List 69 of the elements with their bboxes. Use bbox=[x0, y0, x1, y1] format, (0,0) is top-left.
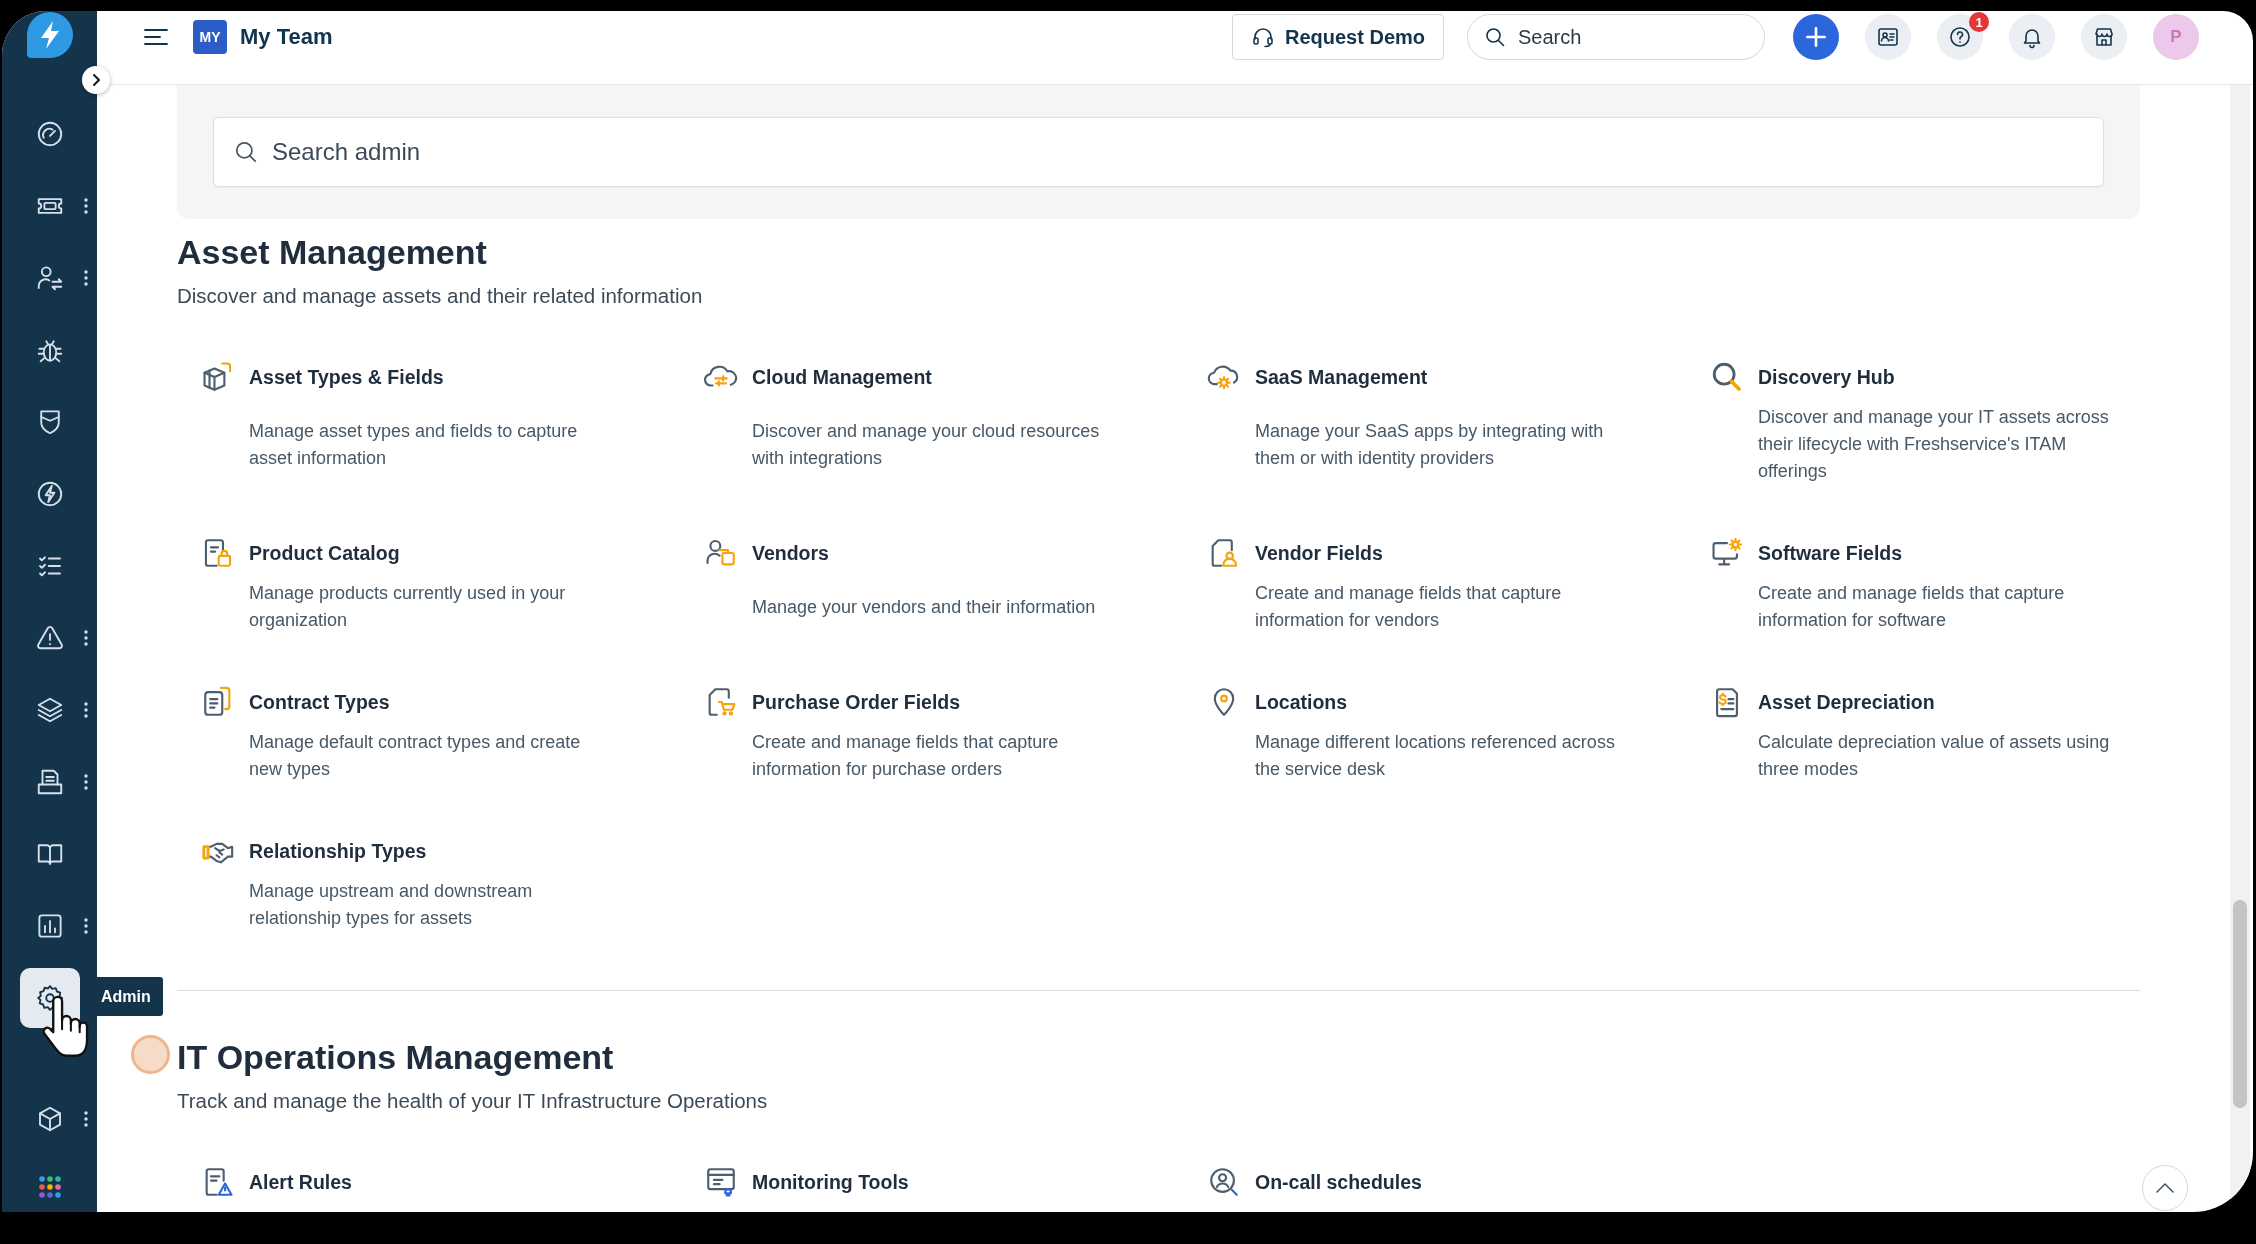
admin-item-description: Calculate depreciation value of assets using three modes bbox=[1758, 731, 2111, 781]
admin-item-link[interactable]: Vendors bbox=[752, 538, 829, 568]
headset-icon bbox=[1251, 25, 1275, 49]
admin-item-link[interactable]: Monitoring Tools bbox=[752, 1167, 909, 1197]
marketplace-button[interactable] bbox=[2081, 14, 2127, 60]
admin-item-link[interactable]: Discovery Hub bbox=[1758, 362, 1895, 392]
search-field[interactable]: Search bbox=[1467, 14, 1765, 60]
search-field[interactable]: Search admin bbox=[213, 117, 2104, 187]
add-button[interactable] bbox=[1793, 14, 1839, 60]
logo-icon bbox=[26, 12, 73, 58]
workspace-badge[interactable]: MY bbox=[193, 20, 227, 54]
menu-icon[interactable] bbox=[144, 28, 168, 46]
more-options-icon[interactable] bbox=[84, 918, 88, 934]
admin-item-description: Create and manage fields that capture information for software bbox=[1758, 582, 2066, 632]
workspace-name[interactable]: My Team bbox=[240, 24, 333, 50]
admin-item-link[interactable]: Relationship Types bbox=[249, 836, 427, 866]
admin-item-description: Manage asset types and fields to capture asset information bbox=[249, 419, 579, 470]
admin-item-link[interactable]: Vendor Fields bbox=[1255, 538, 1383, 568]
admin-item-description: Manage upstream and downstream relationship types for assets bbox=[249, 880, 534, 930]
admin-item-link[interactable]: Locations bbox=[1255, 687, 1348, 717]
section-title: IT Operations Management bbox=[177, 1037, 615, 1077]
store-icon bbox=[2092, 25, 2116, 49]
notification-badge: 1 bbox=[1969, 12, 1989, 32]
admin-item-description: Manage products currently used in your organization bbox=[249, 582, 567, 632]
admin-item-description: Manage default contract types and create new types bbox=[249, 731, 582, 781]
person-circle-icon bbox=[1207, 1165, 1241, 1199]
expand-sidebar-button[interactable] bbox=[82, 66, 110, 94]
help-button[interactable] bbox=[1937, 14, 1983, 60]
admin-item-description: Create and manage fields that capture information for vendors bbox=[1255, 582, 1563, 632]
more-options-icon[interactable] bbox=[84, 630, 88, 646]
magnifier-icon bbox=[1710, 360, 1744, 394]
admin-item-description: Discover and manage your cloud resources with integrations bbox=[752, 419, 1101, 470]
section-description: Track and manage the health of your IT Infrastructure Operations bbox=[177, 1088, 769, 1114]
admin-item-link[interactable]: Asset Types & Fields bbox=[249, 362, 444, 392]
section-title: Asset Management bbox=[177, 232, 488, 272]
request-demo-button[interactable]: Request Demo bbox=[1232, 14, 1444, 60]
apps-grid-icon[interactable] bbox=[38, 1176, 61, 1198]
admin-item-link[interactable]: Purchase Order Fields bbox=[752, 687, 961, 717]
admin-item-link[interactable]: Contract Types bbox=[249, 687, 390, 717]
admin-item-description: Manage different locations referenced across the service desk bbox=[1255, 731, 1616, 781]
chevron-right-icon bbox=[91, 73, 101, 87]
help-icon bbox=[1948, 25, 1972, 49]
more-options-icon[interactable] bbox=[84, 270, 88, 286]
admin-item-link[interactable]: Asset Depreciation bbox=[1758, 687, 1935, 717]
scroll-to-top-button[interactable] bbox=[2142, 1165, 2188, 1211]
admin-item-link[interactable]: Product Catalog bbox=[249, 538, 400, 568]
plus-icon bbox=[1803, 24, 1829, 50]
monitor-list-icon bbox=[704, 1165, 738, 1199]
admin-item-description: Create and manage fields that capture information for purchase orders bbox=[752, 731, 1060, 781]
notifications-button[interactable] bbox=[2009, 14, 2055, 60]
section-description: Discover and manage assets and their related information bbox=[177, 283, 704, 309]
admin-item-description: Manage your vendors and their information bbox=[752, 595, 1097, 619]
admin-item-description: Manage your SaaS apps by integrating with them or with identity providers bbox=[1255, 419, 1605, 470]
more-options-icon[interactable] bbox=[84, 702, 88, 718]
chevron-up-icon bbox=[2156, 1183, 2174, 1193]
admin-item-link[interactable]: Alert Rules bbox=[249, 1167, 352, 1197]
more-options-icon[interactable] bbox=[84, 1111, 88, 1127]
admin-item-description: Discover and manage your IT assets across their lifecycle with Freshservice's ITAM offerings bbox=[1758, 406, 2110, 483]
admin-item-link[interactable]: Software Fields bbox=[1758, 538, 1903, 568]
more-options-icon[interactable] bbox=[84, 774, 88, 790]
more-options-icon[interactable] bbox=[84, 198, 88, 214]
search-icon bbox=[233, 139, 259, 165]
search-icon bbox=[1483, 25, 1507, 49]
admin-item-link[interactable]: On-call schedules bbox=[1255, 1167, 1422, 1197]
admin-item-link[interactable]: Cloud Management bbox=[752, 362, 932, 392]
admin-item-link[interactable]: SaaS Management bbox=[1255, 362, 1428, 392]
contacts-button[interactable] bbox=[1865, 14, 1911, 60]
contact-card-icon bbox=[1876, 25, 1900, 49]
scrollbar-thumb[interactable] bbox=[2233, 900, 2247, 1108]
